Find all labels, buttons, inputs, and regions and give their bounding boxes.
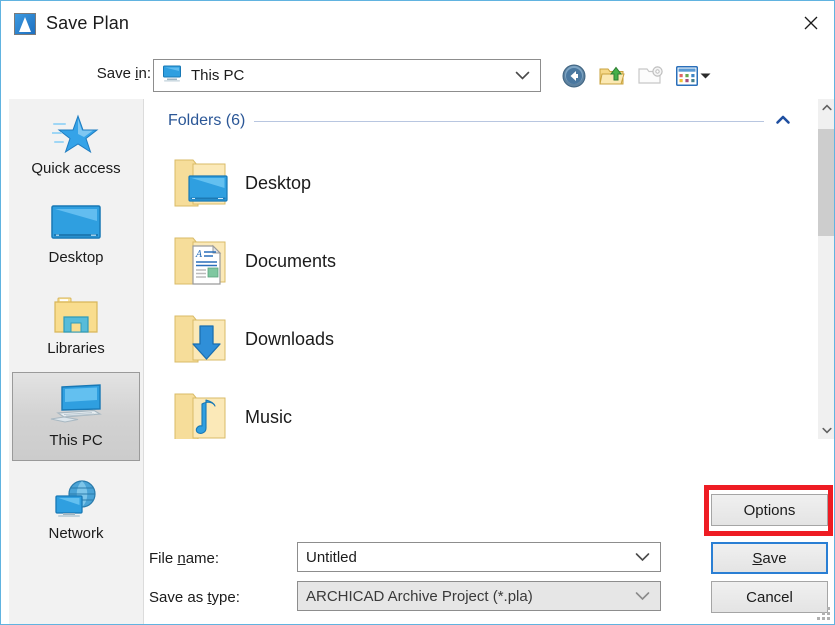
place-label: This PC [49, 432, 103, 450]
folder-documents-icon: A [169, 232, 233, 290]
place-label: Desktop [48, 249, 104, 267]
place-this-pc[interactable]: This PC [12, 372, 140, 461]
file-name-input[interactable]: Untitled [297, 542, 661, 572]
place-label: Libraries [47, 340, 105, 358]
back-button[interactable] [561, 62, 587, 90]
monitor-icon [162, 65, 182, 87]
save-button[interactable]: Save [711, 542, 828, 574]
archicad-icon [14, 12, 36, 35]
list-item-label: Music [245, 406, 293, 427]
window-title: Save Plan [46, 13, 129, 33]
cancel-button[interactable]: Cancel [711, 581, 828, 613]
network-globe-icon [50, 476, 102, 522]
place-libraries[interactable]: Libraries [12, 280, 140, 369]
file-list: Folders (6) Desktop A Documents Download… [151, 99, 834, 439]
list-item-label: Documents [245, 250, 337, 271]
file-name-label: File name: [149, 550, 220, 567]
save-as-type-value: ARCHICAD Archive Project (*.pla) [306, 587, 533, 605]
chevron-down-icon[interactable] [635, 549, 650, 566]
save-as-type-label: Save as type: [149, 589, 240, 606]
views-button[interactable] [675, 65, 711, 86]
scroll-down-button[interactable] [818, 422, 834, 439]
list-item[interactable]: Desktop [169, 144, 469, 222]
monitor-icon [50, 200, 102, 246]
chevron-up-icon[interactable] [775, 112, 791, 130]
place-label: Quick access [31, 160, 121, 178]
chevron-up-icon [821, 104, 832, 111]
close-icon [804, 16, 818, 30]
star-icon [52, 111, 100, 157]
place-desktop[interactable]: Desktop [12, 189, 140, 278]
save-in-label: Save in: [96, 65, 151, 82]
dialog-toolbar [561, 59, 711, 92]
options-button[interactable]: Options [711, 494, 828, 526]
list-item-label: Downloads [245, 328, 335, 349]
save-plan-dialog: Save Plan Save in: This PC Quick access … [0, 0, 835, 625]
chevron-down-icon [821, 427, 832, 434]
save-in-value: This PC [191, 67, 245, 84]
folder-downloads-icon [169, 310, 233, 368]
up-one-level-button[interactable] [599, 62, 626, 90]
libraries-folder-icon [51, 291, 101, 337]
place-network[interactable]: Network [12, 465, 140, 554]
group-header-label: Folders (6) [168, 112, 246, 129]
back-arrow-icon [562, 64, 586, 87]
list-item-label: Desktop [245, 172, 312, 193]
new-folder-icon [638, 65, 663, 84]
folder-music-icon [169, 388, 233, 439]
chevron-down-icon[interactable] [635, 588, 650, 605]
chevron-down-icon[interactable] [515, 67, 530, 85]
folder-desktop-icon [169, 154, 233, 212]
list-item[interactable]: Music [169, 378, 469, 439]
chevron-down-icon [700, 73, 711, 78]
computer-icon [48, 383, 104, 429]
close-button[interactable] [787, 2, 834, 44]
new-folder-button [638, 62, 664, 90]
places-bar: Quick access Desktop Libraries This PC N… [9, 99, 144, 624]
resize-grip[interactable] [817, 607, 830, 620]
place-quick-access[interactable]: Quick access [12, 100, 140, 189]
views-grid-icon [675, 65, 698, 86]
save-as-type-combobox[interactable]: ARCHICAD Archive Project (*.pla) [297, 581, 661, 611]
up-folder-icon [599, 66, 626, 84]
scroll-up-button[interactable] [818, 99, 834, 116]
scrollbar-thumb[interactable] [818, 129, 834, 236]
title-bar: Save Plan [2, 2, 834, 45]
file-name-value: Untitled [306, 548, 357, 566]
vertical-scrollbar[interactable] [818, 99, 834, 439]
place-label: Network [48, 525, 104, 543]
save-in-combobox[interactable]: This PC [153, 59, 541, 92]
list-item[interactable]: A Documents [169, 222, 469, 300]
group-header-rule [254, 120, 764, 122]
list-item[interactable]: Downloads [169, 300, 469, 378]
svg-text:A: A [195, 250, 203, 260]
folders-group-header: Folders (6) [168, 112, 791, 130]
